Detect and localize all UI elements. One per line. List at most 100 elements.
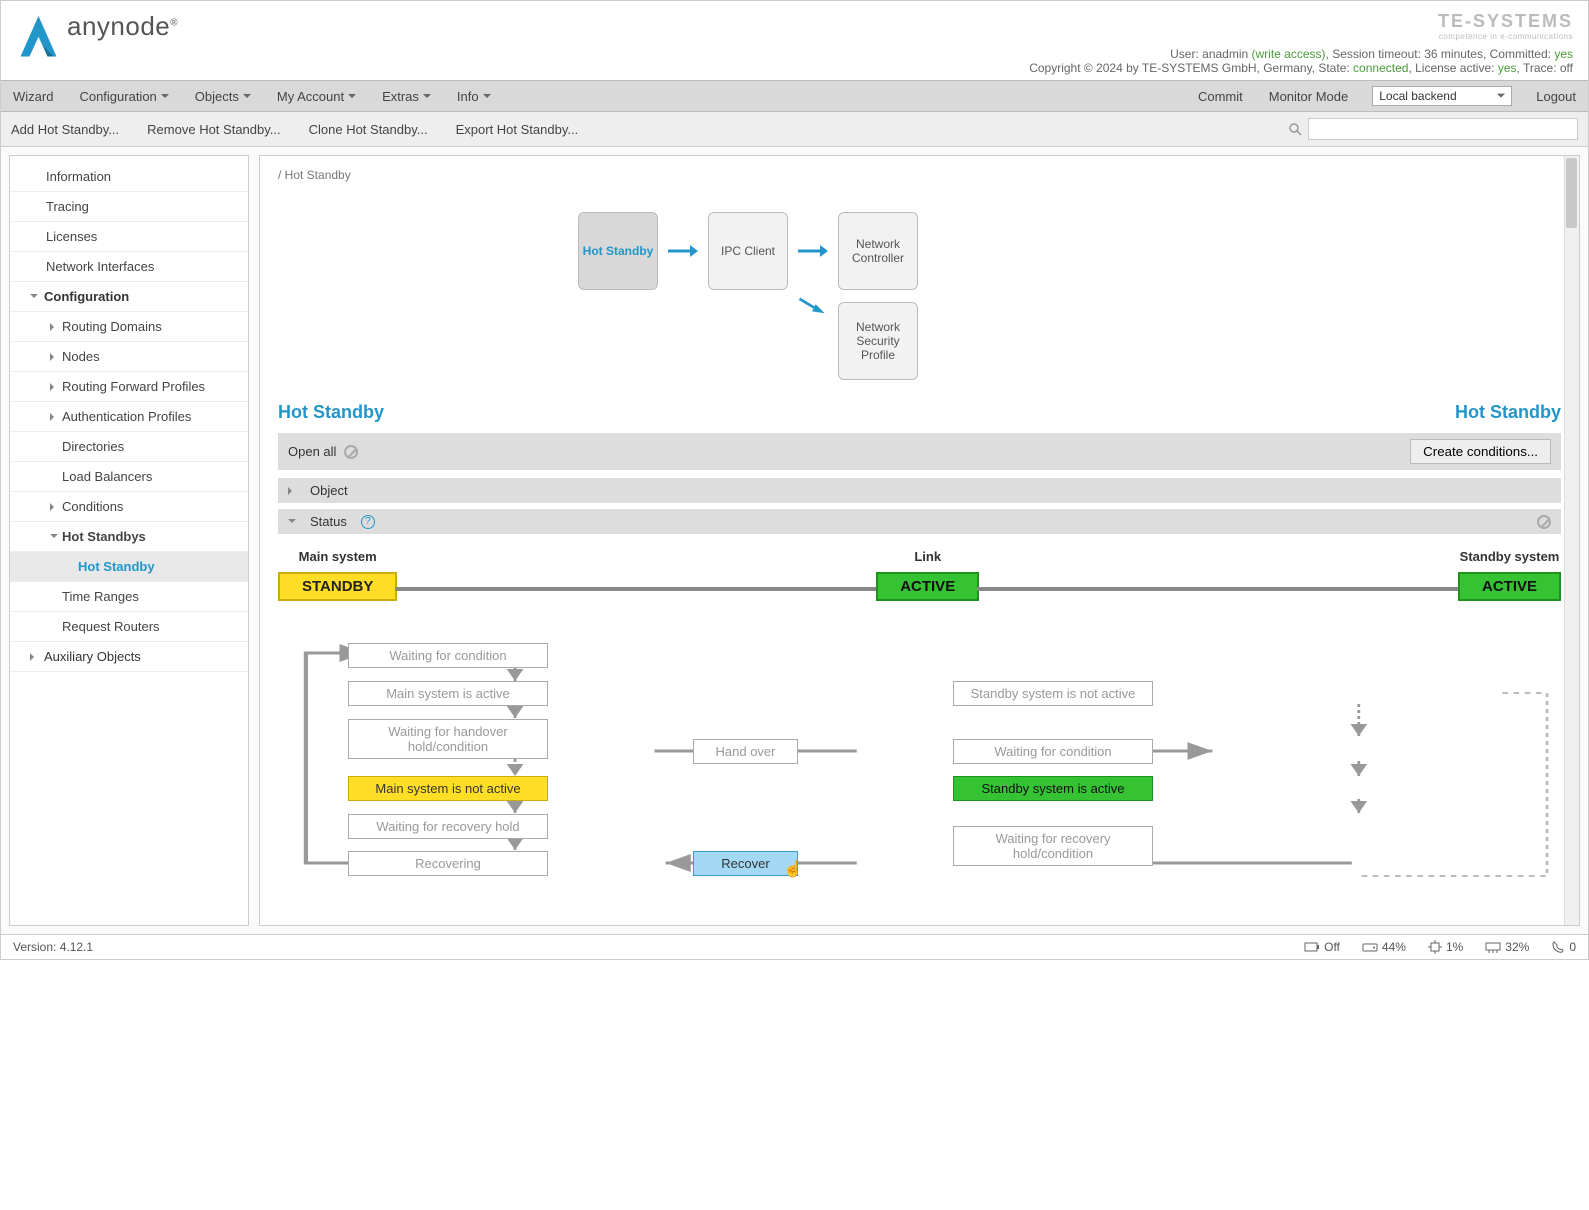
main-content: / Hot Standby Hot Standby IPC Client Net… bbox=[259, 155, 1580, 926]
openall-bar: Open all Create conditions... bbox=[278, 433, 1561, 470]
chevron-right-icon bbox=[30, 653, 38, 661]
menu-myaccount[interactable]: My Account bbox=[275, 85, 358, 108]
header: anynode® TE-SYSTEMS competence in e-comm… bbox=[1, 1, 1588, 80]
toolbar-clone[interactable]: Clone Hot Standby... bbox=[309, 122, 428, 137]
status-calls: 0 bbox=[1551, 940, 1576, 954]
status-cpu: 1% bbox=[1428, 940, 1463, 954]
chevron-right-icon bbox=[50, 323, 58, 331]
chevron-down-icon bbox=[423, 94, 431, 102]
chevron-right-icon bbox=[50, 383, 58, 391]
sidebar-request-routers[interactable]: Request Routers bbox=[10, 612, 248, 642]
scrollbar[interactable] bbox=[1564, 156, 1579, 925]
sidebar-configuration[interactable]: Configuration bbox=[10, 282, 248, 312]
state-standby-not-active: Standby system is not active bbox=[953, 681, 1153, 706]
panel-status[interactable]: Status ? bbox=[278, 509, 1561, 534]
status-off: Off bbox=[1304, 940, 1340, 954]
menu-objects[interactable]: Objects bbox=[193, 85, 253, 108]
sidebar-time-ranges[interactable]: Time Ranges bbox=[10, 582, 248, 612]
sidebar-load-balancers[interactable]: Load Balancers bbox=[10, 462, 248, 492]
search-icon bbox=[1288, 122, 1302, 136]
cursor-hand-icon: ☝ bbox=[783, 859, 803, 879]
arrow-icon bbox=[668, 242, 698, 263]
tesystems-tagline: competence in e-communications bbox=[1029, 32, 1573, 41]
status-connector bbox=[395, 587, 878, 591]
chevron-down-icon bbox=[288, 519, 296, 527]
sidebar-routing-domains[interactable]: Routing Domains bbox=[10, 312, 248, 342]
user-info-line: User: anadmin (write access), Session ti… bbox=[1029, 47, 1573, 61]
toolbar: Add Hot Standby... Remove Hot Standby...… bbox=[1, 112, 1588, 147]
sidebar-licenses[interactable]: Licenses bbox=[10, 222, 248, 252]
state-machine: Waiting for condition Main system is act… bbox=[278, 631, 1561, 891]
version-label: Version: 4.12.1 bbox=[13, 940, 93, 954]
sidebar-auxiliary-objects[interactable]: Auxiliary Objects bbox=[10, 642, 248, 672]
forbidden-icon bbox=[1537, 515, 1551, 529]
scrollbar-thumb[interactable] bbox=[1566, 158, 1577, 228]
chevron-down-icon bbox=[243, 94, 251, 102]
diagram-network-controller[interactable]: Network Controller bbox=[838, 212, 918, 290]
standby-system-status: ACTIVE bbox=[1458, 572, 1561, 601]
chevron-down-icon bbox=[348, 94, 356, 102]
topology-diagram: Hot Standby IPC Client Network Controlle… bbox=[278, 202, 1561, 372]
state-main-not-active: Main system is not active bbox=[348, 776, 548, 801]
tesystems-logo: TE-SYSTEMS bbox=[1029, 11, 1573, 32]
state-waiting-recovery-r: Waiting for recovery hold/condition bbox=[953, 826, 1153, 866]
sidebar-tracing[interactable]: Tracing bbox=[10, 192, 248, 222]
sidebar-directories[interactable]: Directories bbox=[10, 432, 248, 462]
state-waiting-condition-r: Waiting for condition bbox=[953, 739, 1153, 764]
standby-system-label: Standby system bbox=[1458, 549, 1561, 564]
toolbar-add[interactable]: Add Hot Standby... bbox=[11, 122, 119, 137]
chevron-right-icon bbox=[50, 413, 58, 421]
search-input[interactable] bbox=[1308, 118, 1578, 140]
logo-text: anynode® bbox=[67, 11, 178, 41]
diagram-ipc-client[interactable]: IPC Client bbox=[708, 212, 788, 290]
menu-wizard[interactable]: Wizard bbox=[11, 85, 55, 108]
create-conditions-button[interactable]: Create conditions... bbox=[1410, 439, 1551, 464]
sidebar-information[interactable]: Information bbox=[10, 162, 248, 192]
open-all-link[interactable]: Open all bbox=[288, 444, 336, 459]
state-handover: Hand over bbox=[693, 739, 798, 764]
anynode-logo-icon bbox=[16, 11, 61, 66]
main-system-status: STANDBY bbox=[278, 572, 397, 601]
menubar: Wizard Configuration Objects My Account … bbox=[1, 80, 1588, 112]
status-connector bbox=[977, 587, 1460, 591]
sidebar-network-interfaces[interactable]: Network Interfaces bbox=[10, 252, 248, 282]
menu-monitor[interactable]: Monitor Mode bbox=[1267, 85, 1350, 108]
forbidden-icon bbox=[344, 445, 358, 459]
menu-commit[interactable]: Commit bbox=[1196, 85, 1245, 108]
status-disk: 44% bbox=[1362, 940, 1406, 954]
state-waiting-handover: Waiting for handover hold/condition bbox=[348, 719, 548, 759]
sidebar-hot-standby-item[interactable]: Hot Standby bbox=[10, 552, 248, 582]
backend-select[interactable]: Local backend bbox=[1372, 86, 1512, 106]
toolbar-export[interactable]: Export Hot Standby... bbox=[456, 122, 579, 137]
chevron-down-icon bbox=[483, 94, 491, 102]
arrow-icon bbox=[798, 297, 828, 318]
sidebar-nodes[interactable]: Nodes bbox=[10, 342, 248, 372]
sidebar-routing-forward-profiles[interactable]: Routing Forward Profiles bbox=[10, 372, 248, 402]
link-label: Link bbox=[876, 549, 979, 564]
link-status: ACTIVE bbox=[876, 572, 979, 601]
section-title-right: Hot Standby bbox=[1455, 402, 1561, 423]
cpu-icon bbox=[1428, 940, 1442, 954]
toolbar-remove[interactable]: Remove Hot Standby... bbox=[147, 122, 280, 137]
battery-icon bbox=[1304, 941, 1320, 953]
help-icon[interactable]: ? bbox=[361, 515, 375, 529]
menu-extras[interactable]: Extras bbox=[380, 85, 433, 108]
copyright-line: Copyright © 2024 by TE-SYSTEMS GmbH, Ger… bbox=[1029, 61, 1573, 75]
diagram-network-security-profile[interactable]: Network Security Profile bbox=[838, 302, 918, 380]
state-waiting-condition: Waiting for condition bbox=[348, 643, 548, 668]
sidebar: Information Tracing Licenses Network Int… bbox=[9, 155, 249, 926]
menu-logout[interactable]: Logout bbox=[1534, 85, 1578, 108]
status-row: Main system STANDBY Link ACTIVE Standby … bbox=[278, 549, 1561, 601]
sidebar-authentication-profiles[interactable]: Authentication Profiles bbox=[10, 402, 248, 432]
memory-icon bbox=[1485, 941, 1501, 953]
sidebar-hot-standbys[interactable]: Hot Standbys bbox=[10, 522, 248, 552]
state-waiting-recovery: Waiting for recovery hold bbox=[348, 814, 548, 839]
menu-configuration[interactable]: Configuration bbox=[77, 85, 170, 108]
sidebar-conditions[interactable]: Conditions bbox=[10, 492, 248, 522]
section-title-left: Hot Standby bbox=[278, 402, 384, 423]
menu-info[interactable]: Info bbox=[455, 85, 493, 108]
state-recovering: Recovering bbox=[348, 851, 548, 876]
diagram-hot-standby[interactable]: Hot Standby bbox=[578, 212, 658, 290]
panel-object[interactable]: Object bbox=[278, 478, 1561, 503]
state-standby-active: Standby system is active bbox=[953, 776, 1153, 801]
